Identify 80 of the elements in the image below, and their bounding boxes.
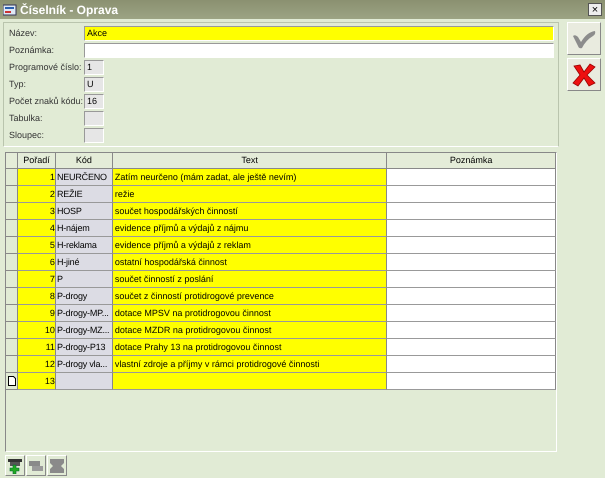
cancel-button[interactable] bbox=[567, 58, 601, 91]
table-cell[interactable]: NEURČENO bbox=[56, 169, 113, 186]
input-field bbox=[84, 128, 104, 142]
table-cell[interactable]: 3 bbox=[18, 203, 56, 220]
table-cell[interactable]: dotace Prahy 13 na protidrogovou činnost bbox=[112, 339, 388, 356]
table-cell[interactable]: evidence příjmů a výdajů z reklam bbox=[112, 237, 388, 254]
field-label: Tabulka: bbox=[9, 113, 44, 123]
table-cell[interactable]: 6 bbox=[18, 254, 56, 271]
table-cell[interactable]: P-drogy-MZ... bbox=[56, 322, 113, 339]
input-field: 1 bbox=[84, 60, 104, 74]
delete-row-icon bbox=[49, 458, 65, 474]
field-label: Programové číslo: bbox=[9, 62, 83, 72]
table-cell[interactable]: P-drogy bbox=[56, 288, 113, 305]
table-cell[interactable] bbox=[387, 288, 556, 305]
table-cell[interactable]: H-nájem bbox=[56, 220, 113, 237]
table-cell[interactable]: 7 bbox=[18, 271, 56, 288]
column-header[interactable]: Pořadí bbox=[18, 153, 56, 169]
table-cell[interactable]: součet z činností protidrogové prevence bbox=[112, 288, 388, 305]
row-indicator[interactable] bbox=[6, 373, 18, 390]
close-icon bbox=[571, 62, 597, 86]
table-cell[interactable] bbox=[56, 373, 113, 390]
table-cell[interactable] bbox=[387, 254, 556, 271]
table-cell[interactable]: vlastní zdroje a příjmy v rámci protidrogové činnosti bbox=[112, 356, 388, 373]
table-cell[interactable]: Zatím neurčeno (mám zadat, ale ještě nevím) bbox=[112, 169, 388, 186]
input-field[interactable]: Akce bbox=[84, 26, 554, 40]
table-cell[interactable] bbox=[112, 373, 388, 390]
new-record-icon bbox=[8, 376, 16, 386]
table-cell[interactable]: dotace MPSV na protidrogovou činnost bbox=[112, 305, 388, 322]
table-cell[interactable]: 12 bbox=[18, 356, 56, 373]
input-field[interactable] bbox=[84, 42, 554, 58]
table-cell[interactable]: P-drogy-MP... bbox=[56, 305, 113, 322]
table-cell[interactable]: P bbox=[56, 271, 113, 288]
table-cell[interactable] bbox=[387, 271, 556, 288]
table-cell[interactable]: REŽIE bbox=[56, 186, 113, 203]
table-cell[interactable] bbox=[387, 339, 556, 356]
table-cell[interactable] bbox=[387, 169, 556, 186]
column-header[interactable]: Poznámka bbox=[387, 153, 556, 169]
table-cell[interactable]: H-reklama bbox=[56, 237, 113, 254]
table-cell[interactable]: H-jiné bbox=[56, 254, 113, 271]
table-cell[interactable] bbox=[387, 186, 556, 203]
table-cell[interactable]: režie bbox=[112, 186, 388, 203]
table-cell[interactable]: evidence příjmů a výdajů z nájmu bbox=[112, 220, 388, 237]
table-cell[interactable]: ostatní hospodářská činnost bbox=[112, 254, 388, 271]
table-cell[interactable]: dotace MZDR na protidrogovou činnost bbox=[112, 322, 388, 339]
table-cell[interactable]: 11 bbox=[18, 339, 56, 356]
table-cell[interactable]: 10 bbox=[18, 322, 56, 339]
field-label: Počet znaků kódu: bbox=[9, 96, 84, 106]
table-cell[interactable] bbox=[387, 237, 556, 254]
table-cell[interactable]: 5 bbox=[18, 237, 56, 254]
table-cell[interactable]: 1 bbox=[18, 169, 56, 186]
column-header[interactable]: Text bbox=[112, 153, 388, 169]
field-label: Název: bbox=[9, 28, 38, 38]
window-title: Číselník - Oprava bbox=[20, 2, 118, 16]
input-field: 16 bbox=[84, 94, 104, 108]
table-cell[interactable]: součet hospodářských činností bbox=[112, 203, 388, 220]
table-cell[interactable]: 8 bbox=[18, 288, 56, 305]
field-label: Poznámka: bbox=[9, 45, 56, 55]
table-cell[interactable] bbox=[387, 305, 556, 322]
add-row-button[interactable] bbox=[5, 455, 25, 476]
input-field bbox=[84, 110, 104, 126]
table-cell[interactable] bbox=[387, 220, 556, 237]
table-cell[interactable]: 2 bbox=[18, 186, 56, 203]
table-cell[interactable]: 9 bbox=[18, 305, 56, 322]
table-cell[interactable]: P-drogy vla... bbox=[56, 356, 113, 373]
table-cell[interactable]: HOSP bbox=[56, 203, 113, 220]
table-cell[interactable] bbox=[387, 356, 556, 373]
table-cell[interactable] bbox=[387, 203, 556, 220]
table-cell[interactable]: 13 bbox=[18, 373, 56, 390]
window-icon bbox=[3, 4, 17, 16]
field-label: Sloupec: bbox=[9, 130, 46, 140]
add-row-icon bbox=[7, 458, 23, 474]
table-cell[interactable]: součet činností z poslání bbox=[112, 271, 388, 288]
input-field: U bbox=[84, 76, 104, 92]
column-header[interactable]: Kód bbox=[56, 153, 113, 169]
table-cell[interactable] bbox=[387, 322, 556, 339]
table-cell[interactable]: 4 bbox=[18, 220, 56, 237]
close-button[interactable]: × bbox=[588, 3, 602, 16]
field-label: Typ: bbox=[9, 79, 28, 89]
table-cell[interactable]: P-drogy-P13 bbox=[56, 339, 113, 356]
table-cell[interactable] bbox=[387, 373, 556, 390]
